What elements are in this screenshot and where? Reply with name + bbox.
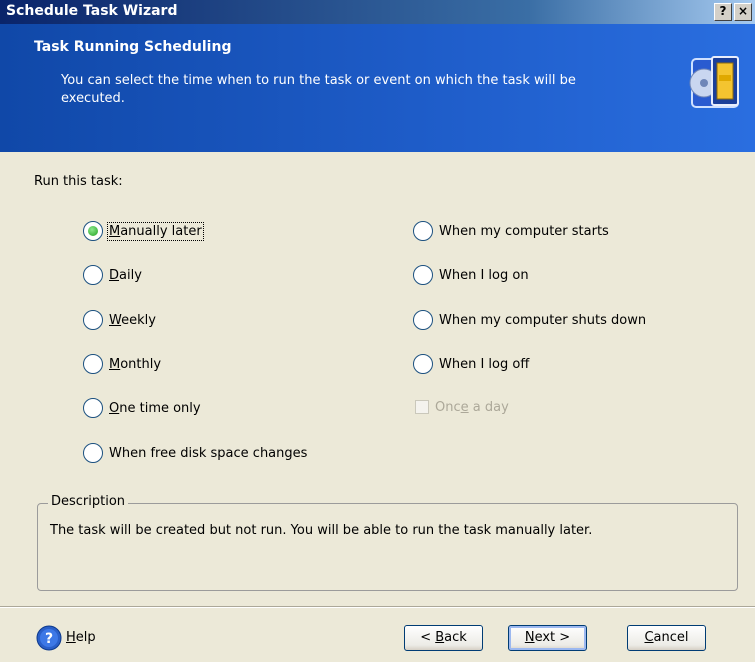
radio-label: Daily — [109, 267, 142, 283]
schedule-disc-icon — [689, 56, 739, 108]
close-button[interactable]: × — [734, 3, 752, 21]
radio-free-disk-space[interactable]: When free disk space changes — [83, 441, 307, 465]
radio-daily[interactable]: Daily — [83, 263, 142, 287]
checkbox-label: Once a day — [435, 399, 509, 415]
radio-label: When my computer starts — [439, 223, 609, 239]
radio-one-time-only[interactable]: One time only — [83, 396, 201, 420]
radio-label: When I log on — [439, 267, 529, 283]
radio-label: Monthly — [109, 356, 162, 372]
radio-computer-starts[interactable]: When my computer starts — [413, 219, 609, 243]
radio-circle[interactable] — [83, 265, 103, 285]
description-legend: Description — [48, 494, 129, 509]
once-a-day-checkbox[interactable]: Once a day — [415, 397, 509, 417]
radio-circle[interactable] — [83, 310, 103, 330]
radio-label: When free disk space changes — [109, 445, 308, 461]
window-title: Schedule Task Wizard — [6, 3, 178, 19]
radio-circle[interactable] — [413, 265, 433, 285]
radio-circle[interactable] — [83, 354, 103, 374]
radio-label: When I log off — [439, 356, 530, 372]
title-bar: Schedule Task Wizard ? × — [0, 0, 755, 24]
description-text: The task will be created but not run. Yo… — [50, 523, 593, 538]
radio-log-off[interactable]: When I log off — [413, 352, 529, 376]
help-icon[interactable]: ? — [36, 625, 62, 651]
radio-circle[interactable] — [413, 354, 433, 374]
radio-label: One time only — [109, 400, 201, 416]
back-button[interactable]: < Back — [404, 625, 483, 651]
cancel-button[interactable]: Cancel — [627, 625, 706, 651]
next-button[interactable]: Next > — [508, 625, 587, 651]
description-group — [37, 503, 738, 591]
footer-separator — [0, 606, 755, 608]
svg-text:?: ? — [45, 631, 53, 647]
radio-circle[interactable] — [83, 221, 103, 241]
radio-circle[interactable] — [413, 310, 433, 330]
radio-monthly[interactable]: Monthly — [83, 352, 161, 376]
radio-label: Manually later — [107, 221, 204, 241]
header-title: Task Running Scheduling — [34, 39, 232, 55]
radio-label: When my computer shuts down — [439, 312, 647, 328]
radio-weekly[interactable]: Weekly — [83, 308, 156, 332]
radio-computer-shuts-down[interactable]: When my computer shuts down — [413, 308, 646, 332]
header-subtitle: You can select the time when to run the … — [61, 73, 576, 106]
radio-label: Weekly — [109, 312, 156, 328]
radio-manually-later[interactable]: Manually later — [83, 219, 204, 243]
run-this-task-label: Run this task: — [34, 174, 123, 189]
help-link[interactable]: Help — [66, 630, 96, 645]
checkbox-box[interactable] — [415, 400, 429, 414]
radio-circle[interactable] — [83, 443, 103, 463]
radio-circle[interactable] — [413, 221, 433, 241]
radio-circle[interactable] — [83, 398, 103, 418]
radio-log-on[interactable]: When I log on — [413, 263, 529, 287]
help-title-button[interactable]: ? — [714, 3, 732, 21]
